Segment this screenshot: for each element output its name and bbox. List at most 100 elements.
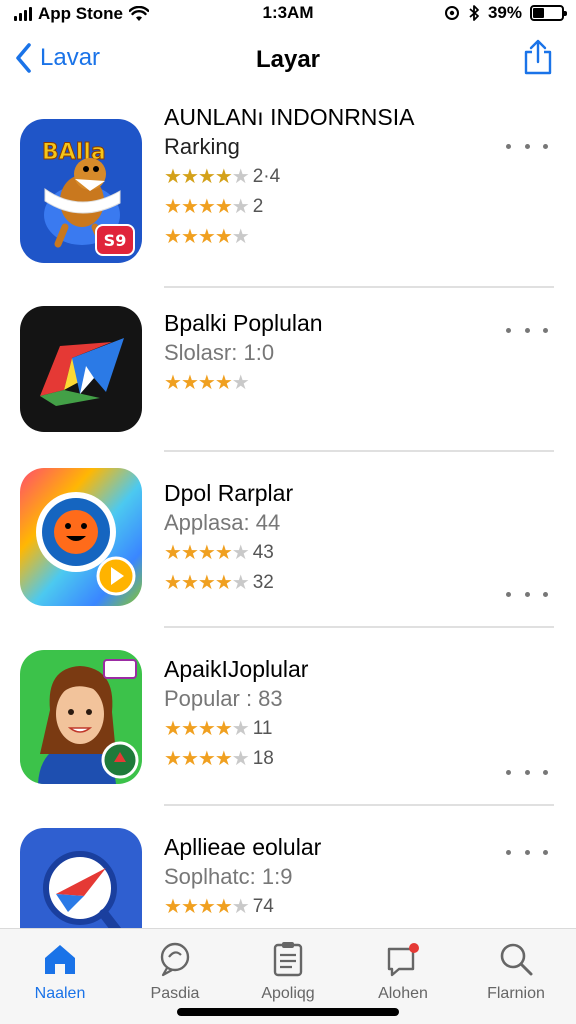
app-icon-avatar[interactable] [20, 650, 142, 784]
tab-pasdia[interactable]: Pasdia [117, 939, 233, 1003]
row-divider [164, 450, 554, 452]
home-icon [45, 945, 75, 974]
app-row[interactable]: Dpol Rarplar Applasa: 44 ★★★★★ 43 ★★★★★ … [0, 460, 576, 618]
app-info: Apllieаe eolular Soplhatc: 1:9 ★★★★★ 74 [164, 814, 494, 922]
rating-value: 32 [252, 572, 274, 593]
rating-line: ★★★★★ 32 [164, 568, 494, 598]
star-rating: ★★★★★ [164, 538, 250, 568]
home-indicator [177, 1008, 399, 1016]
rating-line: ★★★★★ 43 [164, 538, 494, 568]
star-rating: ★★★★★ [164, 744, 250, 774]
app-title: Bpalki Poplulan [164, 310, 323, 336]
app-subtitle: Popular : 83 [164, 686, 283, 711]
star-empty-icon: ★ [231, 196, 250, 218]
smile-logo-icon [20, 468, 142, 606]
rating-value: 2·4 [252, 166, 281, 187]
app-subtitle: Soplhatc: 1:9 [164, 864, 293, 889]
app-icon-mascot[interactable]: BAlla S9 [20, 119, 142, 263]
rating-line: ★★★★★ 74 [164, 892, 494, 922]
star-rating: ★★★★★ [164, 892, 250, 922]
star-empty-icon: ★ [231, 572, 250, 594]
star-filled-icon: ★ [214, 542, 233, 564]
star-filled-icon: ★ [214, 196, 233, 218]
tab-alohen[interactable]: Alohen [345, 939, 461, 1003]
star-empty-icon: ★ [231, 718, 250, 740]
star-filled-icon: ★ [197, 748, 216, 770]
share-icon[interactable] [522, 38, 554, 76]
app-list: BAlla S9 AUNLANı INDONRNSIA Rarking ★★★★… [0, 100, 576, 928]
star-filled-icon: ★ [164, 896, 182, 918]
star-filled-icon: ★ [180, 226, 199, 248]
star-empty-icon: ★ [231, 166, 250, 188]
app-info: ApaikIJoplular Popular : 83 ★★★★★ 11 ★★★… [164, 636, 494, 774]
star-rating: ★★★★★ [164, 222, 250, 252]
row-divider [164, 804, 554, 806]
rating-line: ★★★★★ 11 [164, 714, 494, 744]
star-filled-icon: ★ [180, 572, 199, 594]
star-empty-icon: ★ [231, 748, 250, 770]
bluetooth-icon [469, 5, 479, 21]
star-filled-icon: ★ [180, 718, 199, 740]
battery-icon [530, 5, 567, 21]
app-subtitle: Rarking [164, 134, 240, 159]
more-options-button[interactable] [506, 762, 548, 782]
location-lock-icon [444, 6, 459, 20]
app-row[interactable]: Apllieаe eolular Soplhatc: 1:9 ★★★★★ 74 [0, 814, 576, 928]
star-filled-icon: ★ [164, 542, 182, 564]
app-title: Apllieаe eolular [164, 834, 322, 860]
tab-home[interactable]: Naalen [2, 939, 118, 1003]
star-filled-icon: ★ [214, 896, 233, 918]
star-filled-icon: ★ [180, 372, 199, 394]
star-filled-icon: ★ [197, 896, 216, 918]
more-options-button[interactable] [506, 136, 548, 156]
app-row[interactable]: Bpalki Poplulan Slolasr: 1:0 ★★★★★ [0, 296, 576, 446]
star-filled-icon: ★ [164, 166, 182, 188]
star-filled-icon: ★ [197, 166, 216, 188]
star-filled-icon: ★ [164, 196, 182, 218]
star-filled-icon: ★ [180, 896, 199, 918]
arrow-logo-icon [20, 306, 142, 432]
app-row[interactable]: BAlla S9 AUNLANı INDONRNSIA Rarking ★★★★… [0, 102, 576, 282]
star-filled-icon: ★ [164, 372, 182, 394]
star-filled-icon: ★ [214, 748, 233, 770]
app-title: Dpol Rarplar [164, 480, 294, 506]
star-empty-icon: ★ [231, 896, 250, 918]
tab-label: Pasdia [150, 985, 200, 1002]
star-filled-icon: ★ [164, 572, 182, 594]
rating-value: 74 [252, 896, 274, 917]
app-title: ApaikIJoplular [164, 656, 309, 682]
star-empty-icon: ★ [231, 542, 250, 564]
app-row[interactable]: ApaikIJoplular Popular : 83 ★★★★★ 11 ★★★… [0, 636, 576, 800]
more-options-button[interactable] [506, 320, 548, 340]
page-title: Layar [255, 46, 321, 73]
star-filled-icon: ★ [214, 572, 233, 594]
app-icon-smile[interactable] [20, 468, 142, 606]
compass-search-icon [20, 828, 142, 928]
tab-apoliqg[interactable]: Apoliqg [230, 939, 346, 1003]
row-divider [164, 286, 554, 288]
app-icon-arrow[interactable] [20, 306, 142, 432]
rating-value: 2 [252, 196, 264, 217]
tab-label: Alohen [378, 985, 428, 1002]
tab-label: Flarnion [487, 985, 545, 1002]
star-rating: ★★★★★ [164, 568, 250, 598]
star-filled-icon: ★ [180, 542, 199, 564]
app-info: AUNLANı INDONRNSIA Rarking ★★★★★ 2·4 ★★★… [164, 102, 494, 252]
star-rating: ★★★★★ [164, 368, 250, 398]
app-icon-compass[interactable] [20, 828, 142, 928]
star-filled-icon: ★ [214, 226, 233, 248]
rating-value: 43 [252, 542, 274, 563]
battery-level [533, 8, 544, 18]
star-filled-icon: ★ [197, 196, 216, 218]
status-right: 39% [444, 3, 567, 23]
star-rating: ★★★★★ [164, 714, 250, 744]
more-options-button[interactable] [506, 842, 548, 862]
rating-line: ★★★★★ 18 [164, 744, 494, 774]
more-options-button[interactable] [506, 584, 548, 604]
rating-value: 11 [252, 718, 273, 739]
chat-notify-icon [387, 943, 419, 977]
star-empty-icon: ★ [231, 226, 250, 248]
star-empty-icon: ★ [231, 372, 250, 394]
tab-flarnion[interactable]: Flarnion [458, 939, 574, 1003]
mascot-icon: BAlla S9 [20, 119, 142, 263]
